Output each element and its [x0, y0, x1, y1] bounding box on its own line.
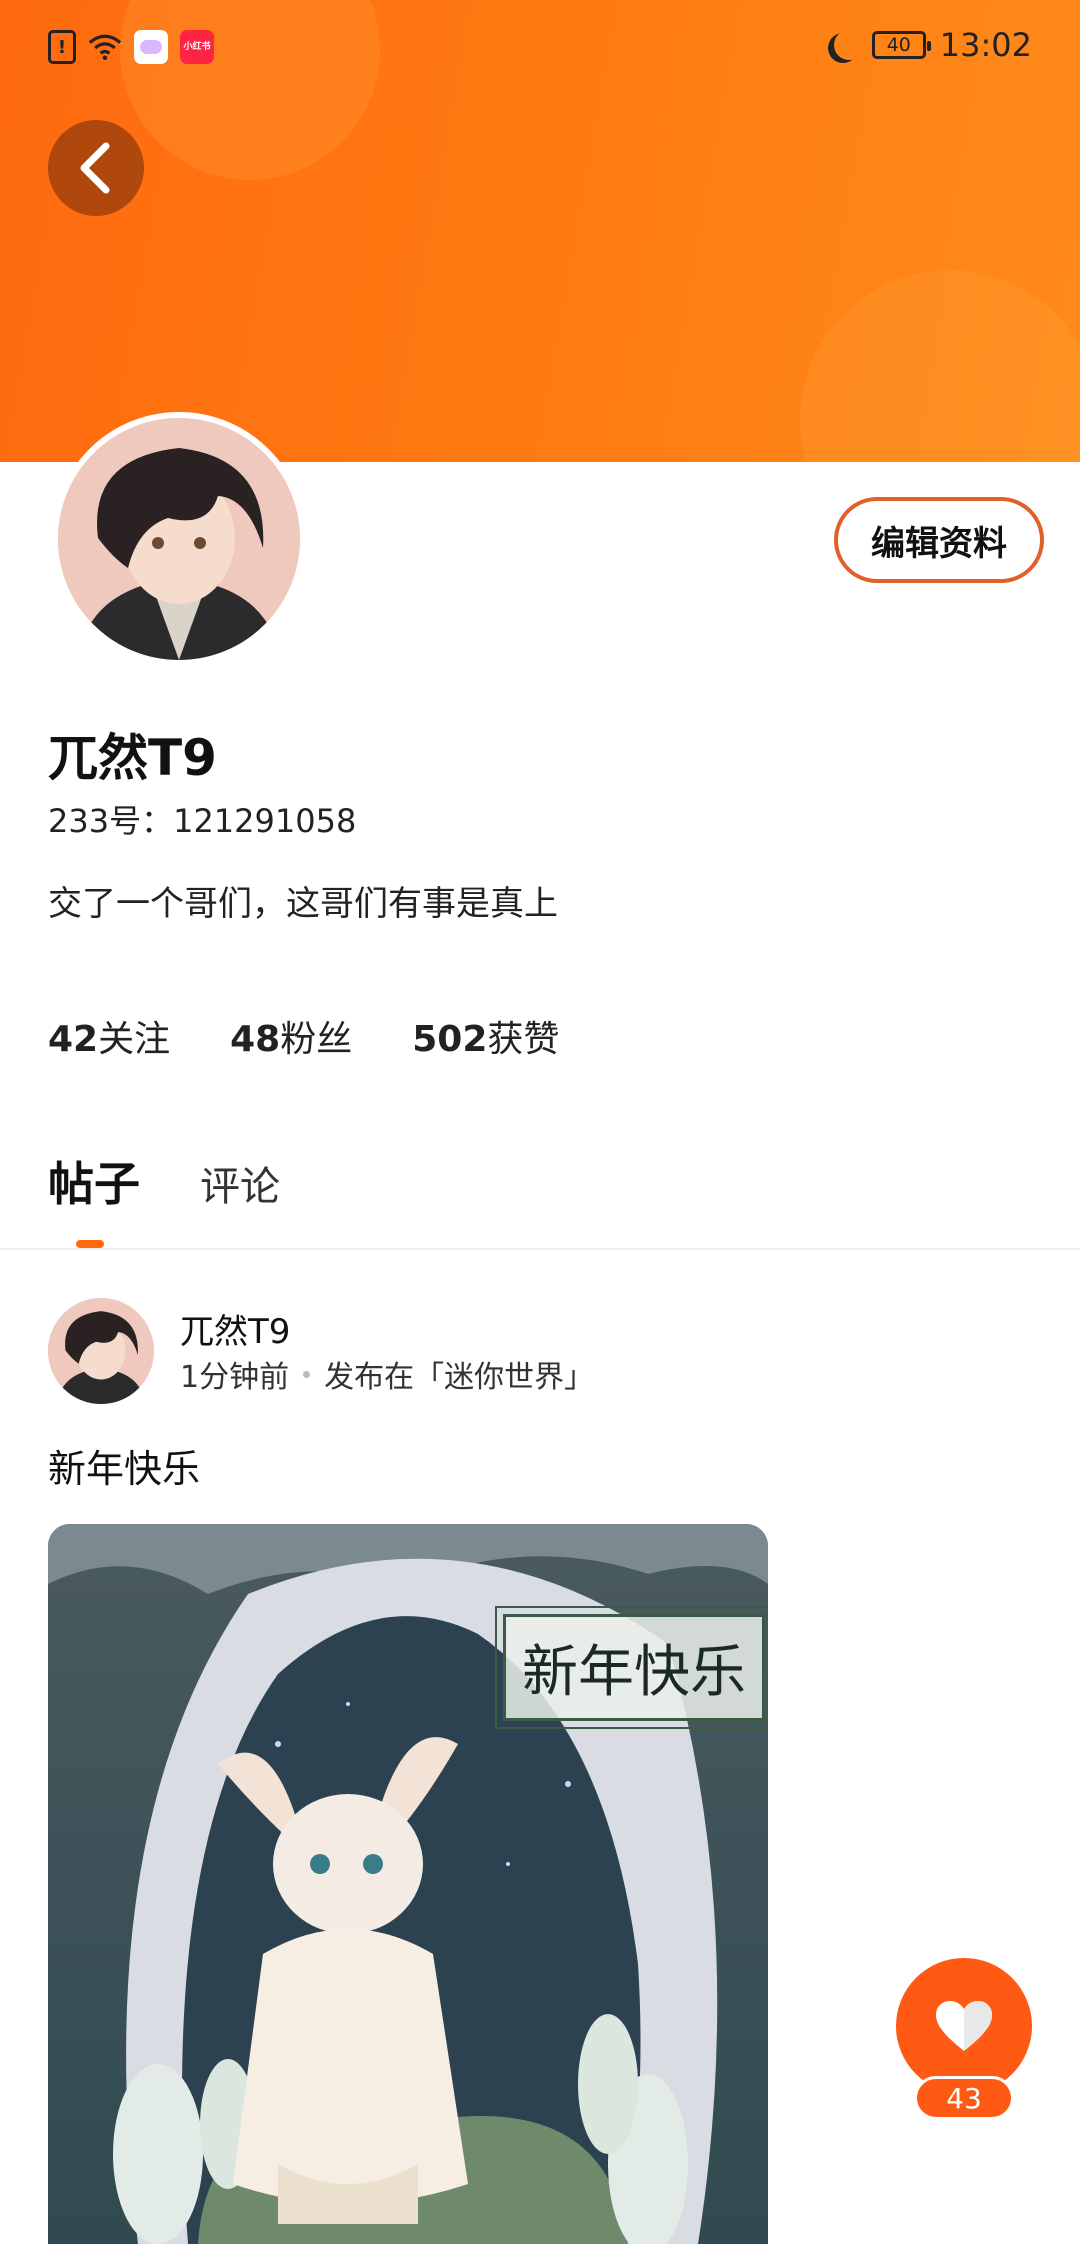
status-bar: ! 小红书 40 13:02: [0, 0, 1080, 96]
profile-stats: 42关注 48粉丝 502获赞: [48, 1010, 559, 1062]
stat-count: 502: [412, 1019, 488, 1060]
app-notification-icon: [134, 30, 168, 64]
post-author-name[interactable]: 兀然T9: [180, 1304, 290, 1353]
active-tab-indicator: [76, 1240, 104, 1248]
post-author-avatar[interactable]: [48, 1298, 154, 1404]
sim-alert-icon: !: [48, 30, 76, 64]
like-button[interactable]: [896, 1958, 1032, 2094]
banner-decoration: [800, 270, 1080, 462]
profile-user-id: 233号：121291058: [48, 802, 357, 840]
battery-icon: 40: [871, 31, 931, 59]
stat-count: 48: [230, 1019, 281, 1060]
chevron-left-icon: [80, 142, 110, 194]
stat-label: 获赞: [487, 1019, 560, 1060]
profile-avatar[interactable]: [52, 412, 306, 666]
post-time: 1分钟前: [180, 1360, 290, 1395]
heart-icon: [936, 2001, 992, 2051]
stat-followers[interactable]: 48粉丝: [230, 1010, 352, 1062]
stat-count: 42: [48, 1019, 99, 1060]
post-image[interactable]: 新年快乐: [48, 1524, 768, 2244]
post-location[interactable]: 发布在「迷你世界」: [324, 1352, 594, 1396]
back-button[interactable]: [48, 120, 144, 216]
xiaohongshu-app-icon: 小红书: [180, 30, 214, 64]
profile-bio: 交了一个哥们，这哥们有事是真上: [48, 884, 558, 924]
battery-level: 40: [886, 34, 911, 56]
post-meta: 1分钟前 发布在「迷你世界」: [180, 1352, 594, 1396]
wifi-icon: [88, 30, 122, 64]
edit-profile-button[interactable]: 编辑资料: [834, 497, 1044, 583]
profile-username: 兀然T9: [48, 729, 217, 787]
stat-following[interactable]: 42关注: [48, 1010, 170, 1062]
divider: [0, 1248, 1080, 1250]
stat-likes: 502获赞: [412, 1010, 559, 1062]
tab-posts[interactable]: 帖子: [48, 1148, 140, 1214]
stat-label: 粉丝: [280, 1019, 353, 1060]
clock: 13:02: [939, 26, 1032, 64]
like-count-badge: 43: [914, 2076, 1014, 2120]
separator-dot: [303, 1370, 311, 1378]
image-caption: 新年快乐: [495, 1606, 768, 1729]
content-tabs: 帖子 评论: [48, 1148, 280, 1214]
tab-comments[interactable]: 评论: [200, 1154, 280, 1212]
moon-icon: [834, 30, 864, 60]
stat-label: 关注: [98, 1019, 171, 1060]
post-text[interactable]: 新年快乐: [48, 1438, 200, 1493]
